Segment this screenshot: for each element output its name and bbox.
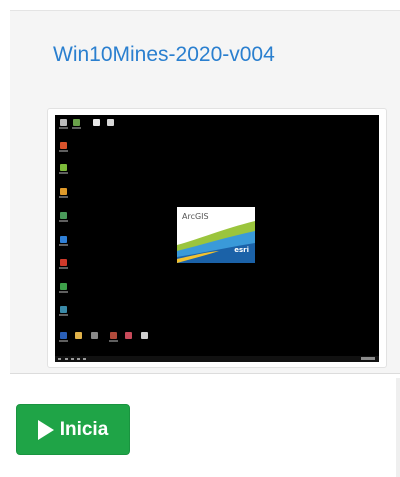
desktop-icon	[75, 332, 82, 339]
desktop-icon	[60, 236, 67, 243]
desktop-icon-label	[59, 314, 68, 316]
desktop-icon-label	[59, 340, 68, 342]
desktop-icon	[60, 283, 67, 290]
taskbar-icon	[65, 358, 68, 360]
play-icon	[37, 419, 54, 440]
desktop-icon-label	[59, 196, 68, 198]
taskbar-icon	[71, 358, 74, 360]
desktop-icon-label	[59, 244, 68, 246]
start-button[interactable]: Inicia	[16, 404, 130, 455]
desktop-icon-label	[59, 267, 68, 269]
desktop-icon	[73, 119, 80, 126]
desktop-icon-label	[59, 291, 68, 293]
desktop-icon	[125, 332, 132, 339]
taskbar-clock	[361, 357, 375, 360]
start-button-label: Inicia	[59, 418, 109, 440]
desktop-icon-label	[59, 220, 68, 222]
desktop-icon	[110, 332, 117, 339]
desktop-icon	[60, 142, 67, 149]
desktop-icon	[60, 259, 67, 266]
windows-taskbar	[55, 356, 379, 362]
taskbar-icon	[83, 358, 86, 360]
vm-card: Win10Mines-2020-v004 ArcGIS esri	[10, 10, 400, 374]
desktop-icon-label	[59, 172, 68, 174]
desktop-icon-label	[59, 150, 68, 152]
desktop-icon	[60, 212, 67, 219]
desktop-icon	[91, 332, 98, 339]
esri-logo-text: esri	[234, 246, 249, 254]
desktop-screenshot: ArcGIS esri	[55, 115, 379, 362]
arcgis-logo-text: ArcGIS	[182, 212, 209, 221]
desktop-icon	[93, 119, 100, 126]
desktop-icon-label	[72, 127, 81, 129]
vm-title-link[interactable]: Win10Mines-2020-v004	[53, 43, 275, 67]
desktop-icon-label	[59, 127, 68, 129]
desktop-icon	[60, 119, 67, 126]
vm-thumbnail[interactable]: ArcGIS esri	[47, 108, 387, 368]
arcgis-splash-window: ArcGIS esri	[177, 207, 255, 263]
divider	[396, 378, 400, 477]
taskbar-icon	[77, 358, 80, 360]
desktop-icon	[107, 119, 114, 126]
desktop-icon	[60, 306, 67, 313]
desktop-icon	[60, 164, 67, 171]
desktop-icon	[60, 332, 67, 339]
desktop-icon	[60, 188, 67, 195]
desktop-icon	[141, 332, 148, 339]
start-menu-icon	[58, 358, 61, 360]
desktop-icon-label	[109, 340, 118, 342]
